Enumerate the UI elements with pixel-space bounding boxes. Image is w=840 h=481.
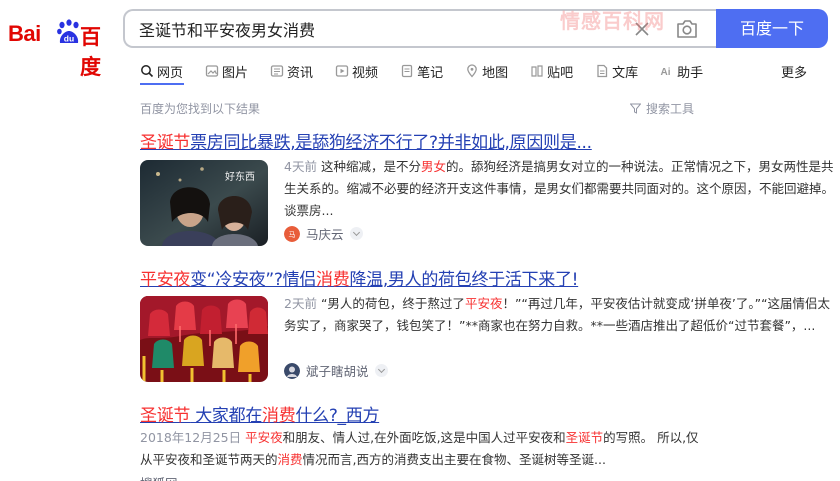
result-snippet: 2018年12月25日 平安夜和朋友、情人过,在外面吃饭,这是中国人过平安夜和圣诞… — [140, 427, 700, 471]
svg-text:Ai: Ai — [661, 67, 671, 78]
title-highlight: 圣诞节 — [140, 133, 191, 153]
red-purses-image — [140, 296, 268, 382]
tab-tieba[interactable]: 贴吧 — [530, 60, 573, 82]
video-icon — [335, 65, 349, 77]
avatar — [284, 362, 300, 379]
snippet-highlight: 平安夜 — [464, 296, 503, 311]
active-tab-indicator — [140, 83, 184, 85]
result-snippet: 2天前 “男人的荷包，终于熬过了平安夜！”“再过几年，平安夜估计就变成‘拼单夜’了… — [284, 293, 840, 337]
watermark-text: 情感百科网 — [560, 9, 665, 33]
snippet-highlight: 平安夜 — [245, 430, 283, 445]
snippet-text: 情况而言,西方的消费支出主要在食物、圣诞树等圣诞... — [302, 452, 606, 467]
tab-label: 图片 — [222, 65, 249, 81]
tab-label: 贴吧 — [547, 65, 574, 81]
title-highlight: 消费 — [316, 270, 350, 290]
result-date: 2018年12月25日 — [140, 430, 242, 445]
movie-poster-image: 好东西 — [140, 160, 268, 246]
image-icon — [205, 65, 219, 77]
snippet-text: 这种缩减，是不分 — [320, 159, 421, 174]
result-source[interactable]: 马 马庆云 — [284, 224, 363, 243]
tab-map[interactable]: 地图 — [465, 60, 508, 82]
map-icon — [467, 64, 477, 78]
tab-label: 资讯 — [287, 65, 314, 81]
logo-text-cn: 百度 — [80, 25, 101, 79]
title-text: 什么?_西方 — [295, 406, 380, 426]
note-icon — [401, 64, 413, 78]
tab-label: 视频 — [352, 65, 379, 81]
tab-bar: 网页 图片 资讯 视频 笔记 地图 贴吧 文库 Ai 助手 — [140, 60, 725, 82]
search-tools-label: 搜索工具 — [646, 102, 695, 116]
tab-news[interactable]: 资讯 — [270, 60, 313, 82]
result-count: 百度为您找到以下结果 — [140, 102, 261, 116]
tab-videos[interactable]: 视频 — [335, 60, 378, 82]
title-text: 大家都在 — [190, 406, 263, 426]
result-date: 2天前 — [284, 296, 317, 311]
snippet-highlight: 男女 — [420, 159, 446, 174]
title-highlight: 消费 — [262, 406, 296, 426]
avatar: 马 — [284, 225, 300, 242]
title-text: 变“冷安夜”?情侣 — [190, 270, 317, 290]
snippet-text: “男人的荷包，终于熬过了 — [320, 296, 465, 311]
baidu-logo[interactable]: Bai du 百度 — [8, 10, 112, 79]
snippet-highlight: 圣诞节 — [565, 430, 604, 445]
result-title[interactable]: 平安夜变“冷安夜”?情侣消费降温,男人的荷包终于活下来了! — [140, 265, 720, 290]
svg-text:马: 马 — [289, 231, 296, 239]
result-source[interactable]: 斌子瞎胡说 — [284, 361, 388, 380]
result-snippet: 4天前 这种缩减，是不分男女的。舔狗经济是搞男女对立的一种说法。正常情况之下，男女… — [284, 156, 840, 222]
wenku-icon — [597, 64, 608, 78]
search-button[interactable]: 百度一下 — [716, 9, 828, 48]
search-tools-button[interactable]: 搜索工具 — [630, 100, 694, 117]
snippet-text: 和朋友、情人过,在外面吃饭,这是中国人过平安夜和 — [282, 430, 566, 445]
result-thumbnail[interactable]: 好东西 — [140, 160, 268, 246]
result-date: 4天前 — [284, 159, 317, 174]
title-highlight: 圣诞节 — [140, 406, 191, 426]
tab-more[interactable]: 更多 — [781, 62, 807, 81]
logo-text-bai: Bai — [8, 21, 41, 46]
logo-text-du: du — [64, 34, 74, 44]
title-text: 降温,男人的荷包终于活下来了! — [349, 270, 579, 290]
search-result: 圣诞节 大家都在消费什么?_西方 2018年12月25日 平安夜和朋友、情人过,在… — [140, 401, 840, 481]
source-name: 搜狐网 — [140, 473, 178, 481]
tieba-icon — [531, 65, 543, 77]
source-name: 马庆云 — [306, 227, 344, 242]
camera-icon[interactable] — [675, 18, 699, 40]
tab-label: 助手 — [677, 65, 704, 81]
chevron-down-icon[interactable] — [349, 227, 363, 240]
tab-wenku[interactable]: 文库 — [595, 60, 638, 82]
search-result: 圣诞节票房同比暴跌,是舔狗经济不行了?并非如此,原因则是... 好东西 4天前这… — [140, 128, 834, 248]
title-text: 票房同比暴跌,是舔狗经济不行了?并非如此,原因则是... — [190, 133, 592, 153]
filter-icon — [630, 103, 641, 114]
ai-icon: Ai — [661, 67, 671, 78]
search-input[interactable] — [139, 11, 619, 46]
search-icon — [141, 65, 154, 78]
tab-label: 笔记 — [417, 65, 444, 81]
tab-label: 网页 — [157, 65, 184, 81]
search-result: 平安夜变“冷安夜”?情侣消费降温,男人的荷包终于活下来了! 2天前 “男人的荷包，… — [140, 265, 830, 385]
result-thumbnail[interactable] — [140, 296, 268, 382]
svg-text:好东西: 好东西 — [225, 170, 255, 183]
paw-logo-icon: du — [57, 19, 79, 44]
news-icon — [270, 65, 284, 77]
tab-images[interactable]: 图片 — [205, 60, 248, 82]
tab-notes[interactable]: 笔记 — [400, 60, 443, 82]
result-title[interactable]: 圣诞节票房同比暴跌,是舔狗经济不行了?并非如此,原因则是... — [140, 128, 720, 153]
chevron-down-icon[interactable] — [374, 364, 388, 377]
snippet-highlight: 消费 — [277, 452, 303, 467]
result-title[interactable]: 圣诞节 大家都在消费什么?_西方 — [140, 401, 840, 426]
source-name: 斌子瞎胡说 — [306, 364, 369, 379]
result-source[interactable]: 搜狐网 — [140, 473, 178, 481]
title-highlight: 平安夜 — [140, 270, 191, 290]
tab-label: 地图 — [482, 65, 509, 81]
tab-label: 文库 — [612, 65, 639, 81]
tab-webpage[interactable]: 网页 — [140, 60, 183, 82]
tab-assistant[interactable]: Ai 助手 — [660, 60, 704, 82]
